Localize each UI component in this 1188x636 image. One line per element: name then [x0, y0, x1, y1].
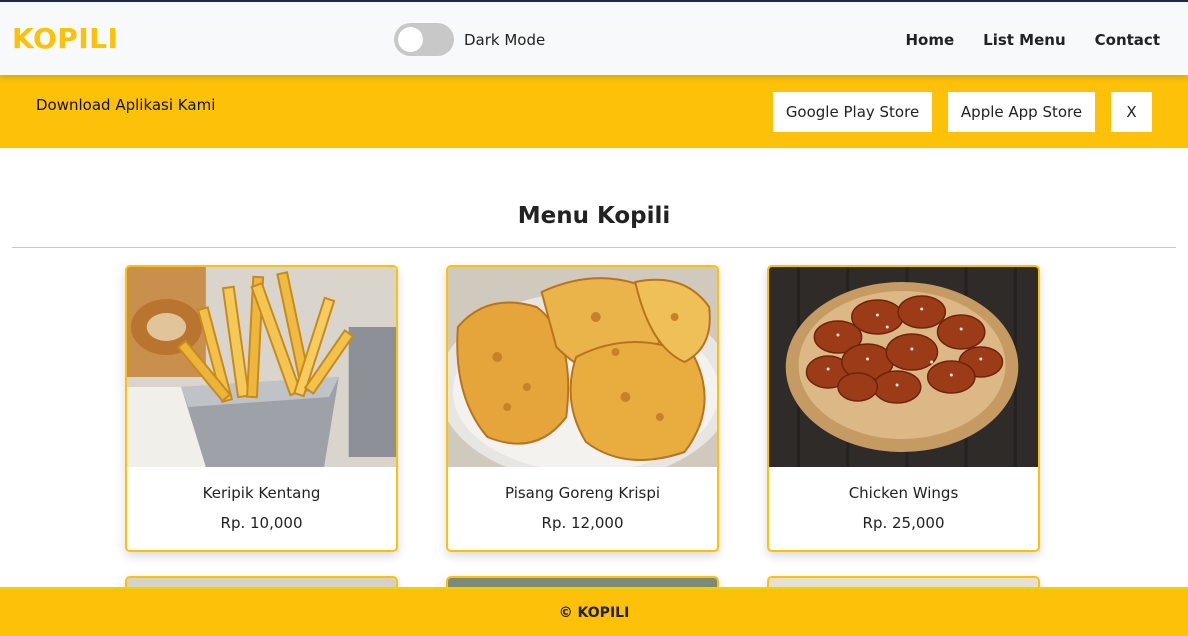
menu-card[interactable]: Pisang Goreng Krispi Rp. 12,000	[446, 265, 719, 552]
menu-item-name: Chicken Wings	[848, 484, 959, 502]
page-title: Menu Kopili	[517, 203, 671, 229]
chicken-wings-photo	[769, 267, 1038, 467]
dark-mode-label: Dark Mode	[464, 30, 546, 49]
menu-card[interactable]: Chicken Wings Rp. 25,000	[767, 265, 1040, 552]
fried-banana-photo	[448, 267, 717, 467]
menu-item-name: Keripik Kentang	[202, 484, 321, 502]
copyright-text: © KOPILI	[558, 604, 630, 621]
card-body: Pisang Goreng Krispi Rp. 12,000	[448, 484, 717, 532]
close-banner-button[interactable]: X	[1111, 92, 1152, 132]
nav-list-menu[interactable]: List Menu	[983, 31, 1065, 49]
brand-logo[interactable]: KOPILI	[12, 22, 118, 55]
apple-app-store-button[interactable]: Apple App Store	[948, 92, 1095, 132]
menu-item-name: Pisang Goreng Krispi	[504, 484, 661, 502]
card-body: Chicken Wings Rp. 25,000	[769, 484, 1038, 532]
divider	[12, 247, 1176, 248]
nav-menu: Home List Menu Contact	[905, 31, 1160, 49]
card-body: Keripik Kentang Rp. 10,000	[127, 484, 396, 532]
menu-item-price: Rp. 12,000	[541, 514, 624, 532]
menu-item-price: Rp. 10,000	[220, 514, 303, 532]
footer: © KOPILI	[0, 587, 1188, 636]
banner-text: Download Aplikasi Kami	[36, 96, 216, 114]
dark-mode-toggle-group: Dark Mode	[394, 23, 545, 56]
google-play-button[interactable]: Google Play Store	[773, 92, 932, 132]
nav-home[interactable]: Home	[905, 31, 954, 49]
menu-item-price: Rp. 25,000	[862, 514, 945, 532]
toggle-knob	[398, 27, 423, 52]
menu-card[interactable]: Keripik Kentang Rp. 10,000	[125, 265, 398, 552]
fries-photo	[127, 267, 396, 467]
dark-mode-toggle[interactable]	[394, 23, 454, 56]
nav-contact[interactable]: Contact	[1095, 31, 1160, 49]
download-banner: Download Aplikasi Kami Google Play Store…	[0, 75, 1188, 148]
navbar: KOPILI Dark Mode Home List Menu Contact	[0, 0, 1188, 75]
